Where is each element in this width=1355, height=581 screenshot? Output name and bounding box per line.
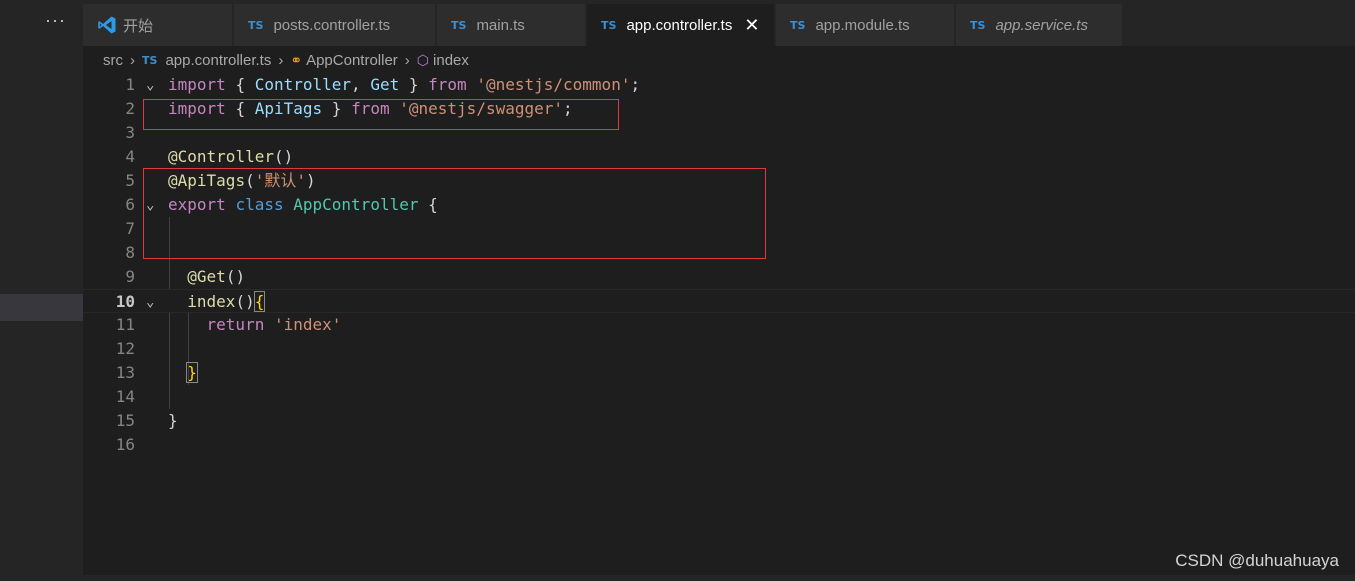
explorer-sidebar: ··· [0,0,83,581]
code-line[interactable]: 15 } [83,409,1355,433]
editor-tab-bar: 开始 TS posts.controller.ts TS main.ts TS … [83,0,1355,46]
line-number: 13 [115,363,135,382]
vscode-icon [98,16,116,34]
tab-app-module[interactable]: TS app.module.ts [776,4,955,46]
typescript-icon: TS [601,18,617,32]
line-number: 7 [125,219,135,238]
highlight-box-import [143,99,619,130]
tab-label: posts.controller.ts [273,16,391,34]
decorator: Get [196,267,226,286]
line-number: 8 [125,243,135,262]
tab-app-controller[interactable]: TS app.controller.ts ✕ [587,4,775,46]
code-line[interactable]: 4 @Controller() [83,145,1355,169]
code-line-current[interactable]: 10 ⌄ index(){ [83,289,1355,313]
identifier: Controller [254,75,352,94]
code-line[interactable]: 13 } [83,361,1355,385]
code-line[interactable]: 16 [83,433,1355,457]
typescript-icon: TS [451,18,467,32]
punctuation: } [168,411,178,430]
code-line[interactable]: 11 return 'index' [83,313,1355,337]
line-number: 2 [125,99,135,118]
chevron-right-icon: › [130,51,135,69]
identifier: Get [370,75,400,94]
code-line[interactable]: 12 [83,337,1355,361]
code-line[interactable]: 1 ⌄ import { Controller, Get } from '@ne… [83,73,1355,97]
chevron-right-icon: › [278,51,284,69]
horizontal-scrollbar[interactable] [83,575,1355,581]
decorator-at: @ [187,267,197,286]
method-name: index [187,292,236,311]
breadcrumb: src › TS app.controller.ts › ⚭ AppContro… [103,50,469,70]
code-line[interactable]: 9 @Get() [83,265,1355,289]
typescript-icon: TS [790,18,806,32]
tab-posts-controller[interactable]: TS posts.controller.ts [234,4,436,46]
line-number: 11 [115,315,135,334]
code-line[interactable]: 14 [83,385,1355,409]
line-number: 16 [115,435,135,454]
keyword: import [168,75,226,94]
punctuation: ; [630,75,641,94]
method-cube-icon: ⬡ [416,51,430,68]
line-number: 5 [125,171,135,190]
line-number: 15 [115,411,135,430]
line-number: 9 [125,267,135,286]
line-number: 14 [115,387,135,406]
punctuation: } [408,75,419,94]
explorer-selected-row[interactable] [0,294,83,321]
breadcrumb-class[interactable]: AppController [306,52,398,69]
highlight-box-decorator [143,168,766,259]
line-number: 3 [125,123,135,142]
keyword: from [428,75,467,94]
line-number: 6 [125,195,135,214]
string: 'index' [273,315,342,334]
tab-label: main.ts [476,16,525,34]
decorator: Controller [177,147,274,166]
tab-label: app.service.ts [995,16,1088,34]
watermark: CSDN @duhuahuaya [1175,551,1339,570]
tab-label: app.controller.ts [626,16,733,34]
punctuation: { [235,75,246,94]
breadcrumb-file[interactable]: app.controller.ts [165,52,271,69]
line-number: 12 [115,339,135,358]
code-editor[interactable]: 1 ⌄ import { Controller, Get } from '@ne… [83,73,1355,573]
breadcrumb-method[interactable]: index [433,52,469,69]
fold-chevron-icon[interactable]: ⌄ [146,290,154,314]
tab-app-service[interactable]: TS app.service.ts [956,4,1123,46]
bracket-match: } [186,362,198,383]
more-actions-icon[interactable]: ··· [45,10,66,31]
tab-label: 开始 [123,17,154,35]
typescript-icon: TS [970,18,986,32]
fold-chevron-icon[interactable]: ⌄ [146,73,154,97]
close-icon[interactable]: ✕ [744,15,759,36]
punctuation: () [235,292,255,311]
tab-welcome[interactable]: 开始 [83,4,233,46]
punctuation: () [273,147,294,166]
bracket-match: { [253,291,266,312]
class-symbol-icon: ⚭ [290,51,303,68]
string: '@nestjs/common' [476,75,631,94]
breadcrumb-folder[interactable]: src [103,52,123,69]
typescript-icon: TS [248,18,264,32]
line-number: 4 [125,147,135,166]
line-number: 10 [115,292,135,311]
punctuation: , [351,75,361,94]
keyword: return [206,315,265,334]
line-number: 1 [125,75,135,94]
typescript-icon: TS [142,53,158,67]
chevron-right-icon: › [404,51,410,69]
punctuation: () [225,267,246,286]
tab-main[interactable]: TS main.ts [437,4,586,46]
decorator-at: @ [168,147,178,166]
tab-label: app.module.ts [815,16,910,34]
